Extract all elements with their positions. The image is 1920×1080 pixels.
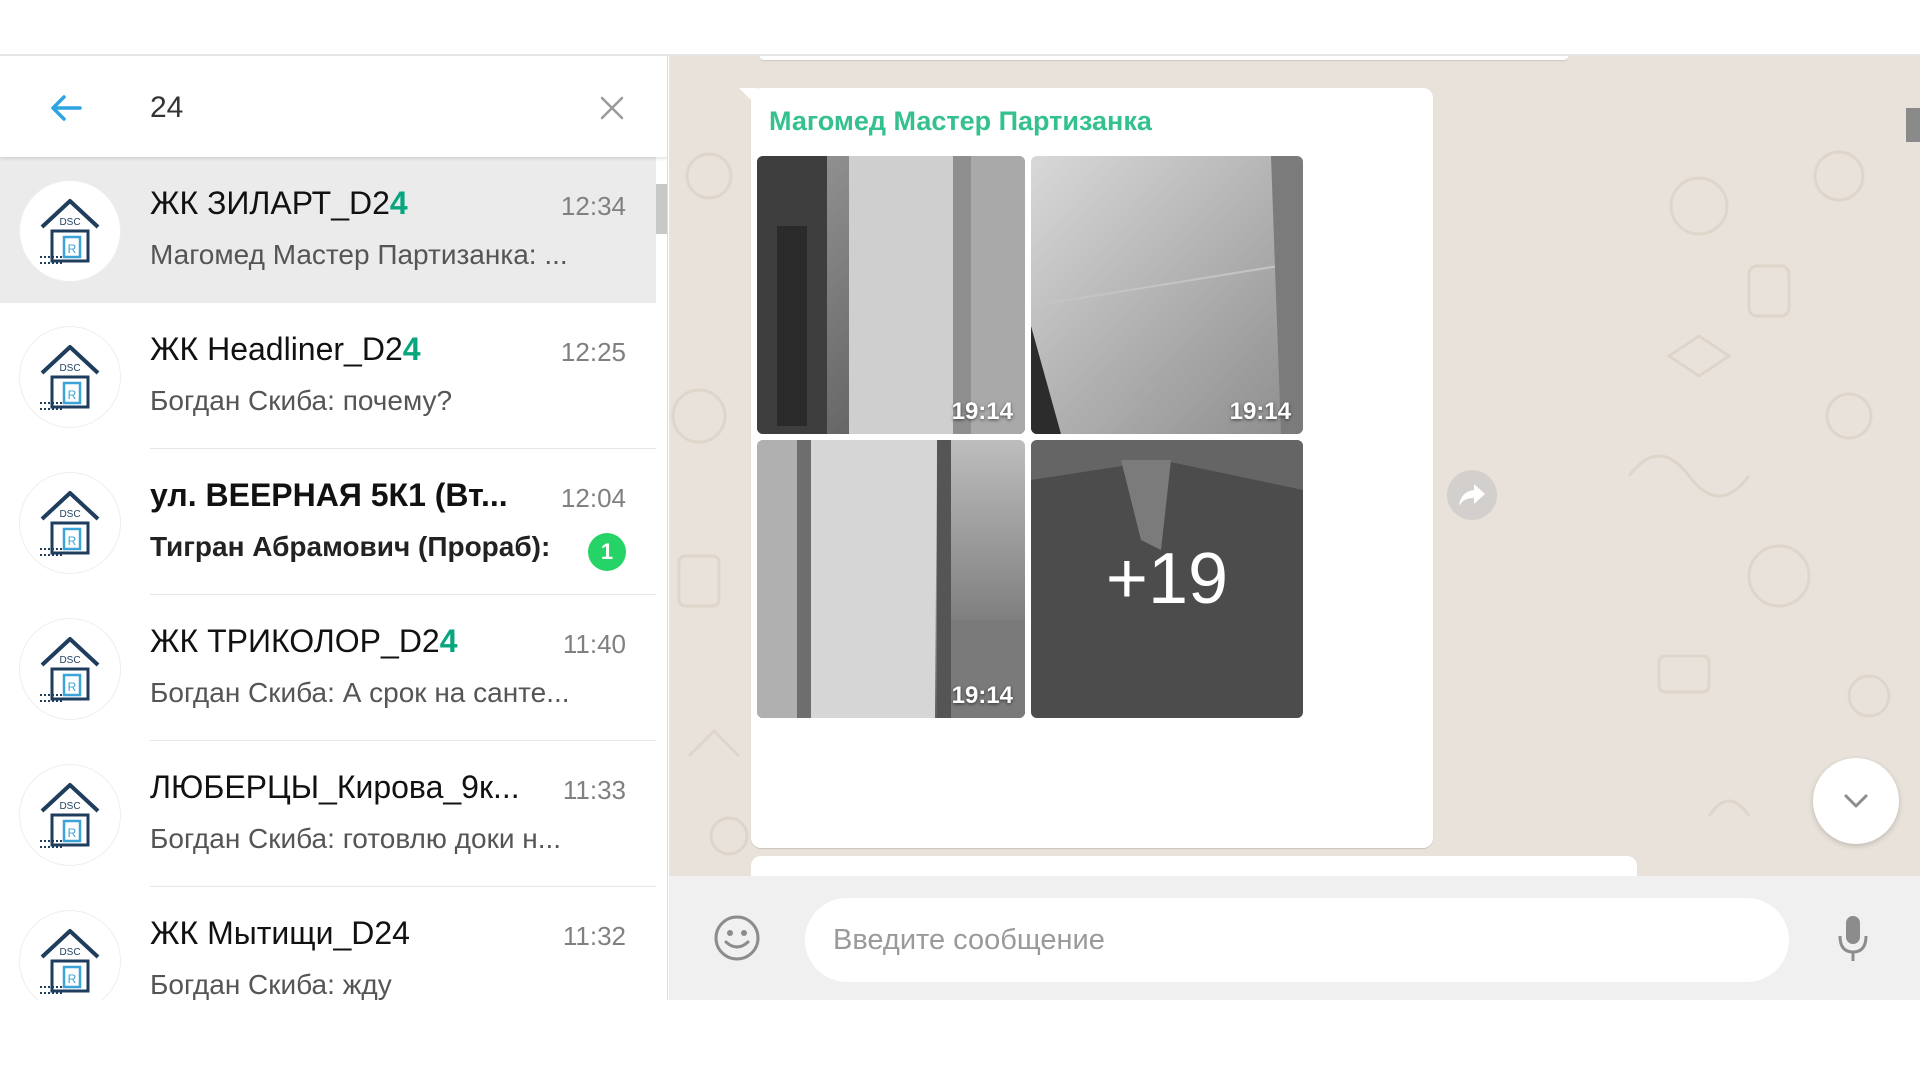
chat-list-item[interactable]: DSC R ЖК ЗИЛАРТ_D24 12:34 Магомед Мастер Пар…: [0, 157, 656, 303]
chat-preview: Богдан Скиба: готовлю доки н...: [150, 823, 562, 854]
chat-name: ЖК ЗИЛАРТ_D24: [150, 185, 530, 222]
building-logo-icon: DSC R: [40, 929, 100, 994]
conversation-scrollbar[interactable]: [1906, 108, 1920, 142]
svg-text:R: R: [68, 826, 77, 840]
chat-time: 12:34: [560, 191, 626, 221]
app-window: DSCRЖК ЗИЛАРТ_D2412:34Магомед Мастер Пар…: [0, 0, 1920, 1080]
svg-text:R: R: [68, 534, 77, 548]
conversation-pane: Магомед Мастер Партизанка 19:14 19:14 19…: [669, 56, 1920, 1000]
chat-avatar: DSC R: [20, 473, 120, 573]
chat-avatar: DSC R: [20, 911, 120, 1000]
building-logo-icon: DSC R: [40, 345, 100, 410]
chat-list-item[interactable]: DSC R ЛЮБЕРЦЫ_Кирова_9к... 11:33 Богдан Скиб…: [0, 741, 656, 887]
svg-text:DSC: DSC: [59, 509, 80, 520]
forward-icon[interactable]: [1447, 470, 1497, 520]
chat-name-highlight: 4: [402, 331, 421, 367]
back-arrow-icon[interactable]: [46, 88, 86, 128]
chat-name-text: ЖК Мытищи_D24: [150, 915, 410, 951]
chat-name: ЖК Мытищи_D24: [150, 915, 530, 952]
svg-text:R: R: [68, 242, 77, 256]
chat-name: ЖК Headliner_D24: [150, 331, 530, 368]
unread-badge: 1: [588, 533, 626, 571]
chat-name: ЛЮБЕРЦЫ_Кирова_9к...: [150, 769, 530, 806]
message-sender[interactable]: Магомед Мастер Партизанка: [769, 106, 1152, 137]
chat-time: 12:25: [560, 337, 626, 367]
photo-time: 19:14: [951, 398, 1013, 425]
chat-list-item[interactable]: DSC R ЖК Мытищи_D24 11:32 Богдан Скиба: жду: [0, 887, 656, 1000]
svg-text:R: R: [68, 388, 77, 402]
chat-preview: Богдан Скиба: А срок на санте...: [150, 677, 570, 708]
top-bar: [0, 0, 1920, 56]
photo-thumbnail[interactable]: +19: [1031, 440, 1303, 718]
chat-avatar: DSC R: [20, 327, 120, 427]
photo-time: 19:14: [951, 682, 1013, 709]
svg-text:DSC: DSC: [59, 801, 80, 812]
photo-thumbnail[interactable]: 19:14: [757, 156, 1025, 434]
svg-text:DSC: DSC: [59, 217, 80, 228]
chevron-down-icon: [1844, 794, 1868, 808]
svg-text:DSC: DSC: [59, 947, 80, 958]
chat-name-text: ЛЮБЕРЦЫ_Кирова_9к...: [150, 769, 520, 805]
search-bar: [0, 56, 667, 157]
microphone-icon[interactable]: [1835, 914, 1871, 964]
message-composer: [669, 876, 1920, 1000]
message-bubble[interactable]: Магомед Мастер Партизанка 19:14 19:14 19…: [751, 88, 1433, 848]
search-input[interactable]: [150, 86, 570, 130]
more-photos-overlay[interactable]: +19: [1031, 440, 1303, 718]
chat-time: 12:04: [560, 483, 626, 513]
chat-preview: Богдан Скиба: жду: [150, 969, 392, 1000]
chat-time: 11:33: [562, 775, 626, 805]
photo-thumbnail[interactable]: 19:14: [757, 440, 1025, 718]
message-input[interactable]: [805, 898, 1789, 982]
chat-list-item[interactable]: DSC Rул. ВЕЕРНАЯ 5К1 (Вт... 12:04 Тигран Аб…: [0, 449, 656, 595]
chat-name-text: ЖК ЗИЛАРТ_D2: [150, 185, 390, 221]
chat-list-pane: DSCRЖК ЗИЛАРТ_D2412:34Магомед Мастер Пар…: [0, 56, 668, 1000]
chat-preview: Магомед Мастер Партизанка: ...: [150, 239, 568, 270]
svg-text:R: R: [68, 680, 77, 694]
svg-text:DSC: DSC: [59, 363, 80, 374]
chat-avatar: DSC R: [20, 181, 120, 281]
close-icon[interactable]: [598, 94, 626, 122]
chat-name-text: ЖК Headliner_D2: [150, 331, 403, 367]
photo-time: 19:14: [1229, 398, 1291, 425]
chat-name-text: ул. ВЕЕРНАЯ 5К1 (Вт...: [150, 477, 508, 513]
building-logo-icon: DSC R: [40, 783, 100, 848]
chat-preview: Тигран Абрамович (Прораб):: [150, 531, 551, 562]
chat-name: ЖК ТРИКОЛОР_D24: [150, 623, 530, 660]
building-logo-icon: DSC R: [40, 637, 100, 702]
chat-name: ул. ВЕЕРНАЯ 5К1 (Вт...: [150, 477, 530, 514]
chat-name-highlight: 4: [389, 185, 408, 221]
building-logo-icon: DSC R: [40, 199, 100, 264]
chat-time: 11:32: [562, 921, 626, 951]
chat-list: DSC R ЖК ЗИЛАРТ_D24 12:34 Магомед Мастер Пар…: [0, 157, 656, 1000]
page-bottom: [0, 1000, 1920, 1080]
svg-text:R: R: [68, 972, 77, 986]
emoji-icon[interactable]: [713, 914, 761, 962]
previous-message-edge: [759, 56, 1569, 60]
svg-text:DSC: DSC: [59, 655, 80, 666]
scroll-down-button[interactable]: [1813, 758, 1899, 844]
chat-list-scrollbar[interactable]: [656, 184, 667, 234]
chat-avatar: DSC R: [20, 765, 120, 865]
building-logo-icon: DSC R: [40, 491, 100, 556]
chat-time: 11:40: [562, 629, 626, 659]
photo-thumbnail[interactable]: 19:14: [1031, 156, 1303, 434]
chat-preview: Богдан Скиба: почему?: [150, 385, 453, 416]
chat-list-item[interactable]: DSC R ЖК Headliner_D24 12:25 Богдан Скиба: п…: [0, 303, 656, 449]
chat-name-text: ЖК ТРИКОЛОР_D2: [150, 623, 440, 659]
chat-list-item[interactable]: DSC R ЖК ТРИКОЛОР_D24 11:40 Богдан Скиба: А …: [0, 595, 656, 741]
chat-avatar: DSC R: [20, 619, 120, 719]
chat-name-highlight: 4: [439, 623, 458, 659]
